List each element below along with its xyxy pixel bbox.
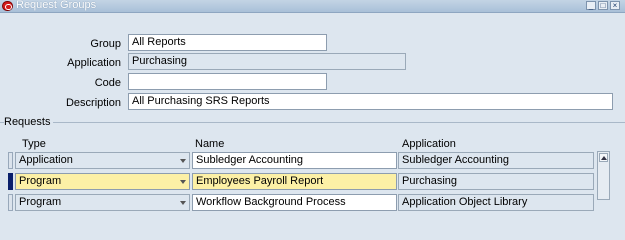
type-select[interactable]: Application — [15, 152, 190, 169]
type-select-value: Program — [19, 196, 62, 208]
type-select-value: Program — [19, 175, 62, 187]
requests-section-divider — [0, 122, 625, 123]
application-field[interactable]: Purchasing — [128, 53, 406, 70]
application-cell[interactable]: Subledger Accounting — [398, 152, 594, 169]
current-row-indicator[interactable] — [8, 173, 13, 190]
column-header-type: Type — [22, 138, 46, 150]
row-indicator[interactable] — [8, 194, 13, 211]
description-label: Description — [65, 97, 121, 109]
application-cell[interactable]: Application Object Library — [398, 194, 594, 211]
requests-section-label: Requests — [4, 116, 54, 128]
minimize-icon[interactable]: _ — [586, 1, 596, 10]
group-label: Group — [90, 38, 121, 50]
chevron-down-icon[interactable] — [180, 159, 186, 163]
window-titlebar: Request Groups _ □ × — [0, 0, 625, 13]
application-label: Application — [67, 57, 121, 69]
code-field[interactable] — [128, 73, 327, 90]
type-select-value: Application — [19, 154, 73, 166]
maximize-icon[interactable]: □ — [598, 1, 608, 10]
requests-scrollbar[interactable] — [597, 151, 610, 200]
name-field[interactable]: Subledger Accounting — [192, 152, 397, 169]
type-select[interactable]: Program — [15, 194, 190, 211]
chevron-down-icon[interactable] — [180, 180, 186, 184]
chevron-down-icon[interactable] — [180, 201, 186, 205]
application-cell[interactable]: Purchasing — [398, 173, 594, 190]
type-select[interactable]: Program — [15, 173, 190, 190]
code-label: Code — [94, 77, 121, 89]
description-field[interactable]: All Purchasing SRS Reports — [128, 93, 613, 110]
column-header-name: Name — [195, 138, 225, 150]
window-title: Request Groups — [16, 0, 97, 11]
column-header-application: Application — [402, 138, 456, 150]
name-field[interactable]: Workflow Background Process — [192, 194, 397, 211]
close-icon[interactable]: × — [610, 1, 620, 10]
row-indicator[interactable] — [8, 152, 13, 169]
group-field[interactable]: All Reports — [128, 34, 327, 51]
scroll-up-icon[interactable] — [599, 153, 608, 162]
oracle-app-icon — [2, 1, 13, 11]
name-field[interactable]: Employees Payroll Report — [192, 173, 397, 190]
